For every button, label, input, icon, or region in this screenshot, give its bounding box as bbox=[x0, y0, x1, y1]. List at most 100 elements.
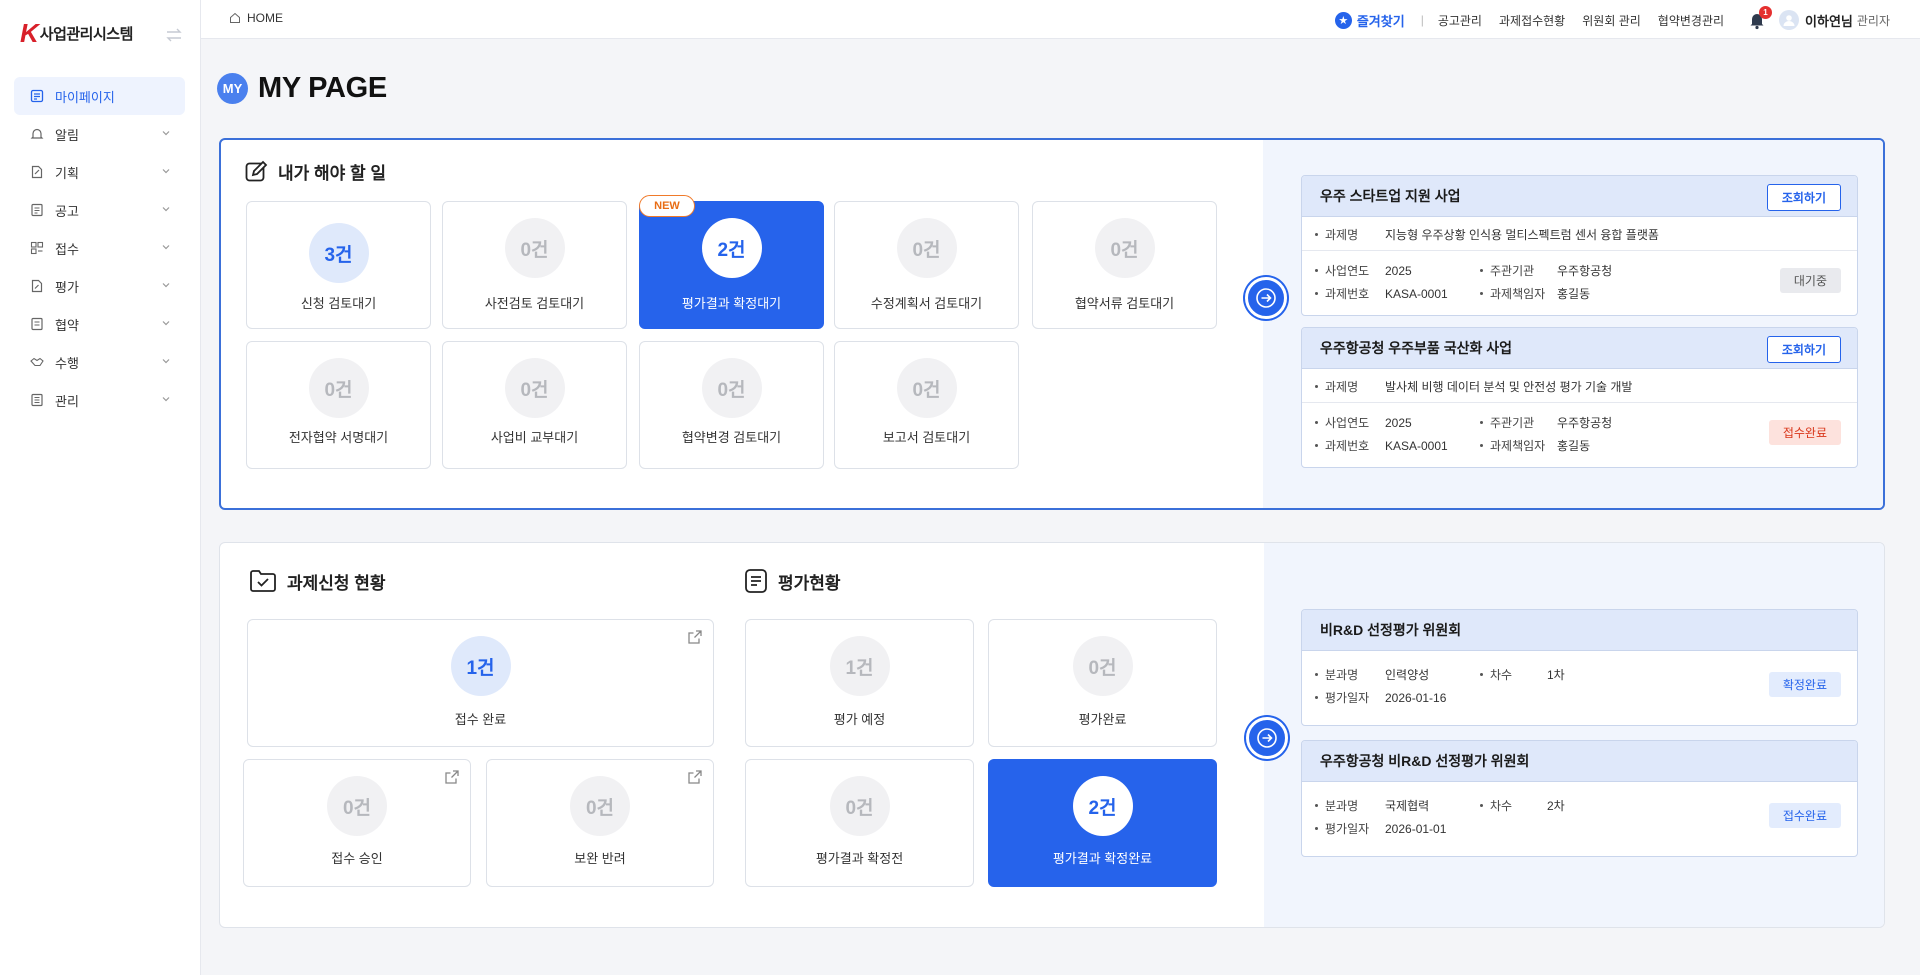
new-badge: NEW bbox=[639, 195, 695, 217]
evaluation-count: 0건 bbox=[1072, 636, 1133, 696]
top-nav-separator: | bbox=[1420, 13, 1424, 27]
sidebar-item-label: 수행 bbox=[55, 355, 79, 371]
contract-icon bbox=[30, 317, 44, 331]
chevron-down-icon bbox=[162, 397, 170, 402]
external-link-icon[interactable] bbox=[687, 769, 703, 785]
pen-document-icon bbox=[30, 279, 44, 293]
evaluation-label: 평가결과 확정완료 bbox=[1052, 851, 1153, 866]
external-link-icon[interactable] bbox=[444, 769, 460, 785]
todo-card-prereview[interactable]: 0건 사전검토 검토대기 bbox=[442, 201, 627, 329]
todo-section-title: 내가 해야 할 일 bbox=[244, 159, 386, 184]
project-title: 우주항공청 우주부품 국산화 사업 조회하기 bbox=[1302, 328, 1857, 369]
org-field: 주관기관 우주항공청 bbox=[1480, 262, 1612, 279]
settings-document-icon bbox=[30, 393, 44, 407]
breadcrumb-home[interactable]: HOME bbox=[229, 11, 283, 25]
todo-card-application-review[interactable]: 3건 신청 검토대기 bbox=[246, 201, 431, 329]
todo-card-agreement-docs[interactable]: 0건 협약서류 검토대기 bbox=[1032, 201, 1217, 329]
year-field: 사업연도 2025 bbox=[1315, 262, 1412, 279]
sidebar-item-execution[interactable]: 수행 bbox=[14, 343, 185, 381]
chevron-down-icon bbox=[162, 207, 170, 212]
page-heading: MY PAGE bbox=[258, 72, 387, 104]
home-label: HOME bbox=[247, 11, 283, 25]
todo-card-e-sign[interactable]: 0건 전자협약 서명대기 bbox=[246, 341, 431, 469]
status-badge: 접수완료 bbox=[1768, 420, 1841, 445]
manager-field: 과제책임자 홍길동 bbox=[1480, 285, 1590, 302]
user-role: 관리자 bbox=[1856, 13, 1890, 28]
committee-title-text: 비R&D 선정평가 위원회 bbox=[1320, 622, 1462, 638]
page-title: MY MY PAGE bbox=[217, 72, 387, 105]
chevron-down-icon bbox=[162, 169, 170, 174]
sidebar-item-planning[interactable]: 기획 bbox=[14, 153, 185, 191]
sidebar-item-label: 공고 bbox=[55, 203, 79, 219]
chevron-down-icon bbox=[162, 321, 170, 326]
sidebar-item-label: 알림 bbox=[55, 127, 79, 143]
todo-card-agreement-change[interactable]: 0건 협약변경 검토대기 bbox=[639, 341, 824, 469]
sidebar-item-evaluation[interactable]: 평가 bbox=[14, 267, 185, 305]
evaluation-card-confirmed[interactable]: 2건 평가결과 확정완료 bbox=[988, 759, 1217, 887]
view-button[interactable]: 조회하기 bbox=[1766, 184, 1841, 211]
task-name-field: 과제명 발사체 비행 데이터 분석 및 안전성 평가 기술 개발 bbox=[1315, 378, 1632, 395]
todo-label: 평가결과 확정대기 bbox=[681, 296, 782, 311]
top-link-agreement-change[interactable]: 협약변경관리 bbox=[1658, 12, 1724, 29]
sidebar-nav: 마이페이지 알림 기획 공고 접수 평가 협약 수행 관리 bbox=[14, 77, 185, 419]
todo-card-grant[interactable]: 0건 사업비 교부대기 bbox=[442, 341, 627, 469]
notification-bell-icon[interactable]: 1 bbox=[1747, 6, 1773, 30]
sidebar-item-notification[interactable]: 알림 bbox=[14, 115, 185, 153]
todo-card-eval-result-confirm[interactable]: 2건 평가결과 확정대기 bbox=[639, 201, 824, 329]
org-field: 주관기관 우주항공청 bbox=[1480, 414, 1612, 431]
star-icon: ★ bbox=[1334, 11, 1352, 29]
todo-panel: 내가 해야 할 일 NEW 3건 신청 검토대기 0건 사전검토 검토대기 2건… bbox=[219, 138, 1885, 510]
evaluation-card-completed[interactable]: 0건 평가완료 bbox=[988, 619, 1217, 747]
top-link-committee[interactable]: 위원회 관리 bbox=[1582, 12, 1641, 29]
favorites-button[interactable]: ★ 즐겨찾기 bbox=[1334, 11, 1405, 30]
top-link-reception-status[interactable]: 과제접수현황 bbox=[1499, 12, 1565, 29]
committee-title-text: 우주항공청 비R&D 선정평가 위원회 bbox=[1320, 753, 1530, 769]
todo-label: 신청 검토대기 bbox=[300, 296, 377, 311]
todo-label: 협약서류 검토대기 bbox=[1074, 296, 1175, 311]
application-card-approved[interactable]: 0건 접수 승인 bbox=[243, 759, 471, 887]
sidebar-item-reception[interactable]: 접수 bbox=[14, 229, 185, 267]
arrow-right-button[interactable] bbox=[1245, 277, 1287, 319]
sidebar-item-mypage[interactable]: 마이페이지 bbox=[14, 77, 185, 115]
evaluation-card-scheduled[interactable]: 1건 평가 예정 bbox=[745, 619, 974, 747]
topbar: HOME ★ 즐겨찾기 | 공고관리 과제접수현황 위원회 관리 협약변경관리 … bbox=[201, 0, 1920, 39]
todo-label: 전자협약 서명대기 bbox=[288, 430, 389, 445]
logo-text: 사업관리시스템 bbox=[39, 25, 134, 43]
arrow-right-button[interactable] bbox=[1246, 717, 1288, 759]
dashboard-icon bbox=[30, 89, 44, 103]
bell-icon bbox=[30, 127, 44, 141]
committee-card-1: 비R&D 선정평가 위원회 분과명 인력양성 차수 1차 평가일자 2026-0… bbox=[1301, 609, 1858, 726]
sidebar-collapse-icon[interactable] bbox=[165, 28, 183, 42]
todo-label: 수정계획서 검토대기 bbox=[870, 296, 983, 311]
view-button[interactable]: 조회하기 bbox=[1766, 336, 1841, 363]
external-link-icon[interactable] bbox=[687, 629, 703, 645]
sidebar-item-agreement[interactable]: 협약 bbox=[14, 305, 185, 343]
grid-document-icon bbox=[30, 241, 44, 255]
application-card-received[interactable]: 1건 접수 완료 bbox=[247, 619, 714, 747]
evaluation-card-before-confirm[interactable]: 0건 평가결과 확정전 bbox=[745, 759, 974, 887]
application-count: 1건 bbox=[450, 636, 511, 696]
project-card-1: 우주 스타트업 지원 사업 조회하기 과제명 지능형 우주상황 인식용 멀티스펙… bbox=[1301, 175, 1858, 316]
application-card-rejected[interactable]: 0건 보완 반려 bbox=[486, 759, 714, 887]
user-avatar[interactable] bbox=[1779, 10, 1800, 30]
application-count: 0건 bbox=[327, 776, 387, 836]
logo-mark: K bbox=[20, 18, 39, 48]
todo-count: 2건 bbox=[701, 218, 762, 278]
status-badge: 확정완료 bbox=[1768, 672, 1841, 697]
todo-count: 3건 bbox=[308, 223, 369, 283]
committee-card-2: 우주항공청 비R&D 선정평가 위원회 분과명 국제협력 차수 2차 평가일자 … bbox=[1301, 740, 1858, 857]
application-section-title: 과제신청 현황 bbox=[249, 568, 386, 594]
project-title-text: 우주 스타트업 지원 사업 bbox=[1320, 188, 1461, 204]
sidebar-item-management[interactable]: 관리 bbox=[14, 381, 185, 419]
evaluation-label: 평가결과 확정전 bbox=[815, 851, 904, 866]
todo-card-report[interactable]: 0건 보고서 검토대기 bbox=[834, 341, 1019, 469]
user-name[interactable]: 이하연님 bbox=[1805, 11, 1853, 30]
sidebar-item-announcement[interactable]: 공고 bbox=[14, 191, 185, 229]
evaluation-section-title: 평가현황 bbox=[744, 568, 841, 594]
edit-square-icon bbox=[245, 160, 268, 181]
top-link-announcement[interactable]: 공고관리 bbox=[1438, 12, 1482, 29]
evaluation-count: 0건 bbox=[829, 776, 890, 836]
todo-card-revision-plan[interactable]: 0건 수정계획서 검토대기 bbox=[834, 201, 1019, 329]
evaluation-label: 평가완료 bbox=[1078, 712, 1127, 727]
app-logo[interactable]: K 사업관리시스템 bbox=[20, 20, 133, 46]
